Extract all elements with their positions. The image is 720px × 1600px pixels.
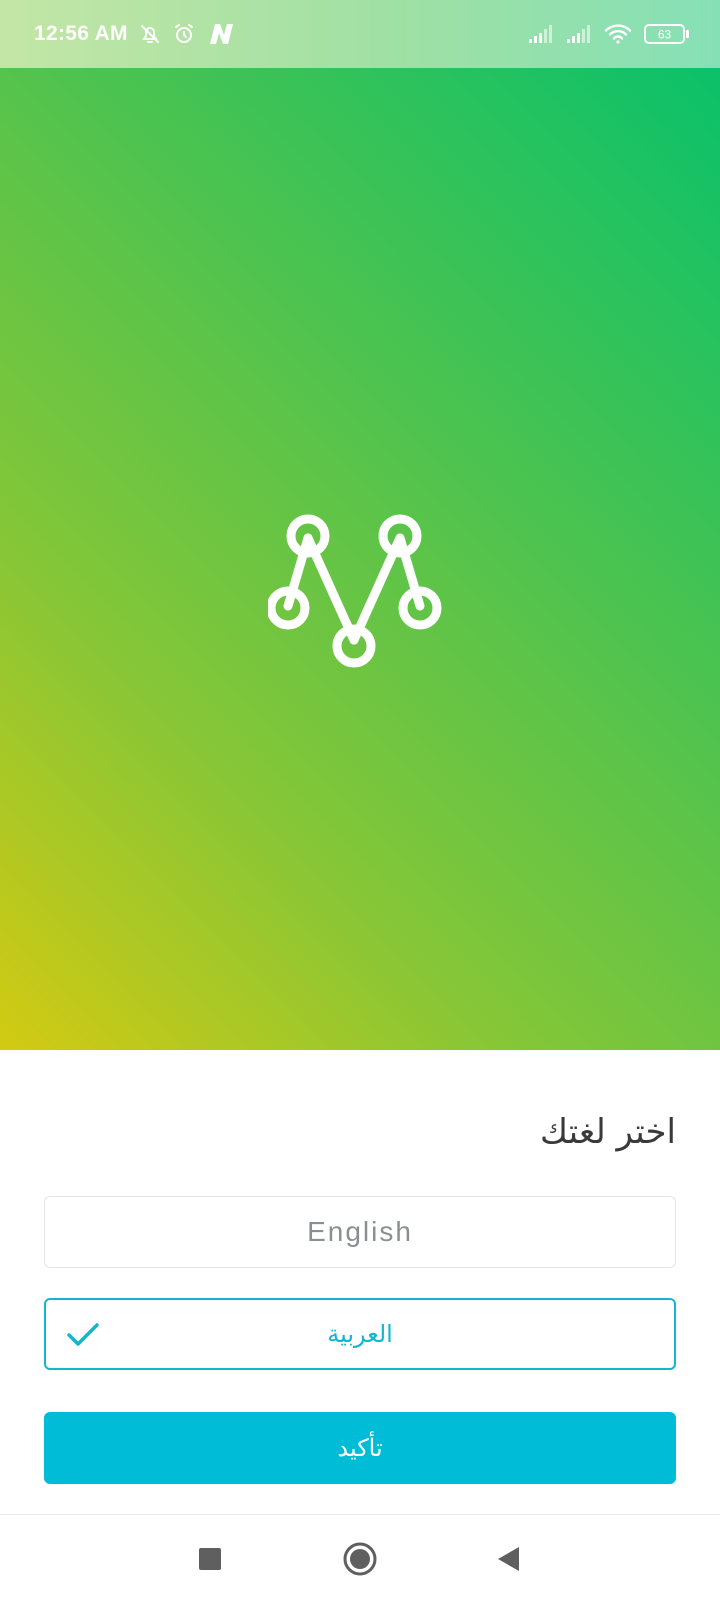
status-bar: 12:56 AM 63 — [0, 0, 720, 68]
signal-icon — [566, 24, 592, 44]
recents-button[interactable] — [190, 1539, 230, 1579]
network-m-logo-icon — [268, 514, 442, 668]
home-button[interactable] — [340, 1539, 380, 1579]
status-time: 12:56 AM — [34, 22, 128, 45]
battery-icon: 63 — [644, 23, 690, 45]
wifi-icon — [604, 23, 632, 45]
page-title: اختر لغتك — [540, 1112, 676, 1152]
recents-icon — [199, 1548, 221, 1570]
mute-icon — [138, 22, 162, 46]
alarm-icon — [172, 22, 196, 46]
signal-icon — [528, 24, 554, 44]
home-icon — [343, 1542, 377, 1576]
status-right: 63 — [528, 23, 690, 45]
back-icon — [498, 1547, 519, 1571]
language-option-english[interactable]: English — [44, 1196, 676, 1268]
status-left: 12:56 AM — [34, 22, 236, 46]
language-option-label: العربية — [327, 1320, 393, 1348]
language-option-label: English — [307, 1216, 413, 1247]
nav-bar — [0, 1514, 720, 1600]
hero-banner — [0, 68, 720, 1050]
battery-level: 63 — [658, 28, 672, 42]
n-app-icon — [206, 22, 236, 46]
back-button[interactable] — [488, 1539, 528, 1579]
confirm-button[interactable]: تأكيد — [44, 1412, 676, 1484]
language-panel: اختر لغتك English العربية تأكيد — [0, 1050, 720, 1514]
language-option-arabic[interactable]: العربية — [44, 1298, 676, 1370]
checkmark-icon — [67, 1323, 99, 1346]
